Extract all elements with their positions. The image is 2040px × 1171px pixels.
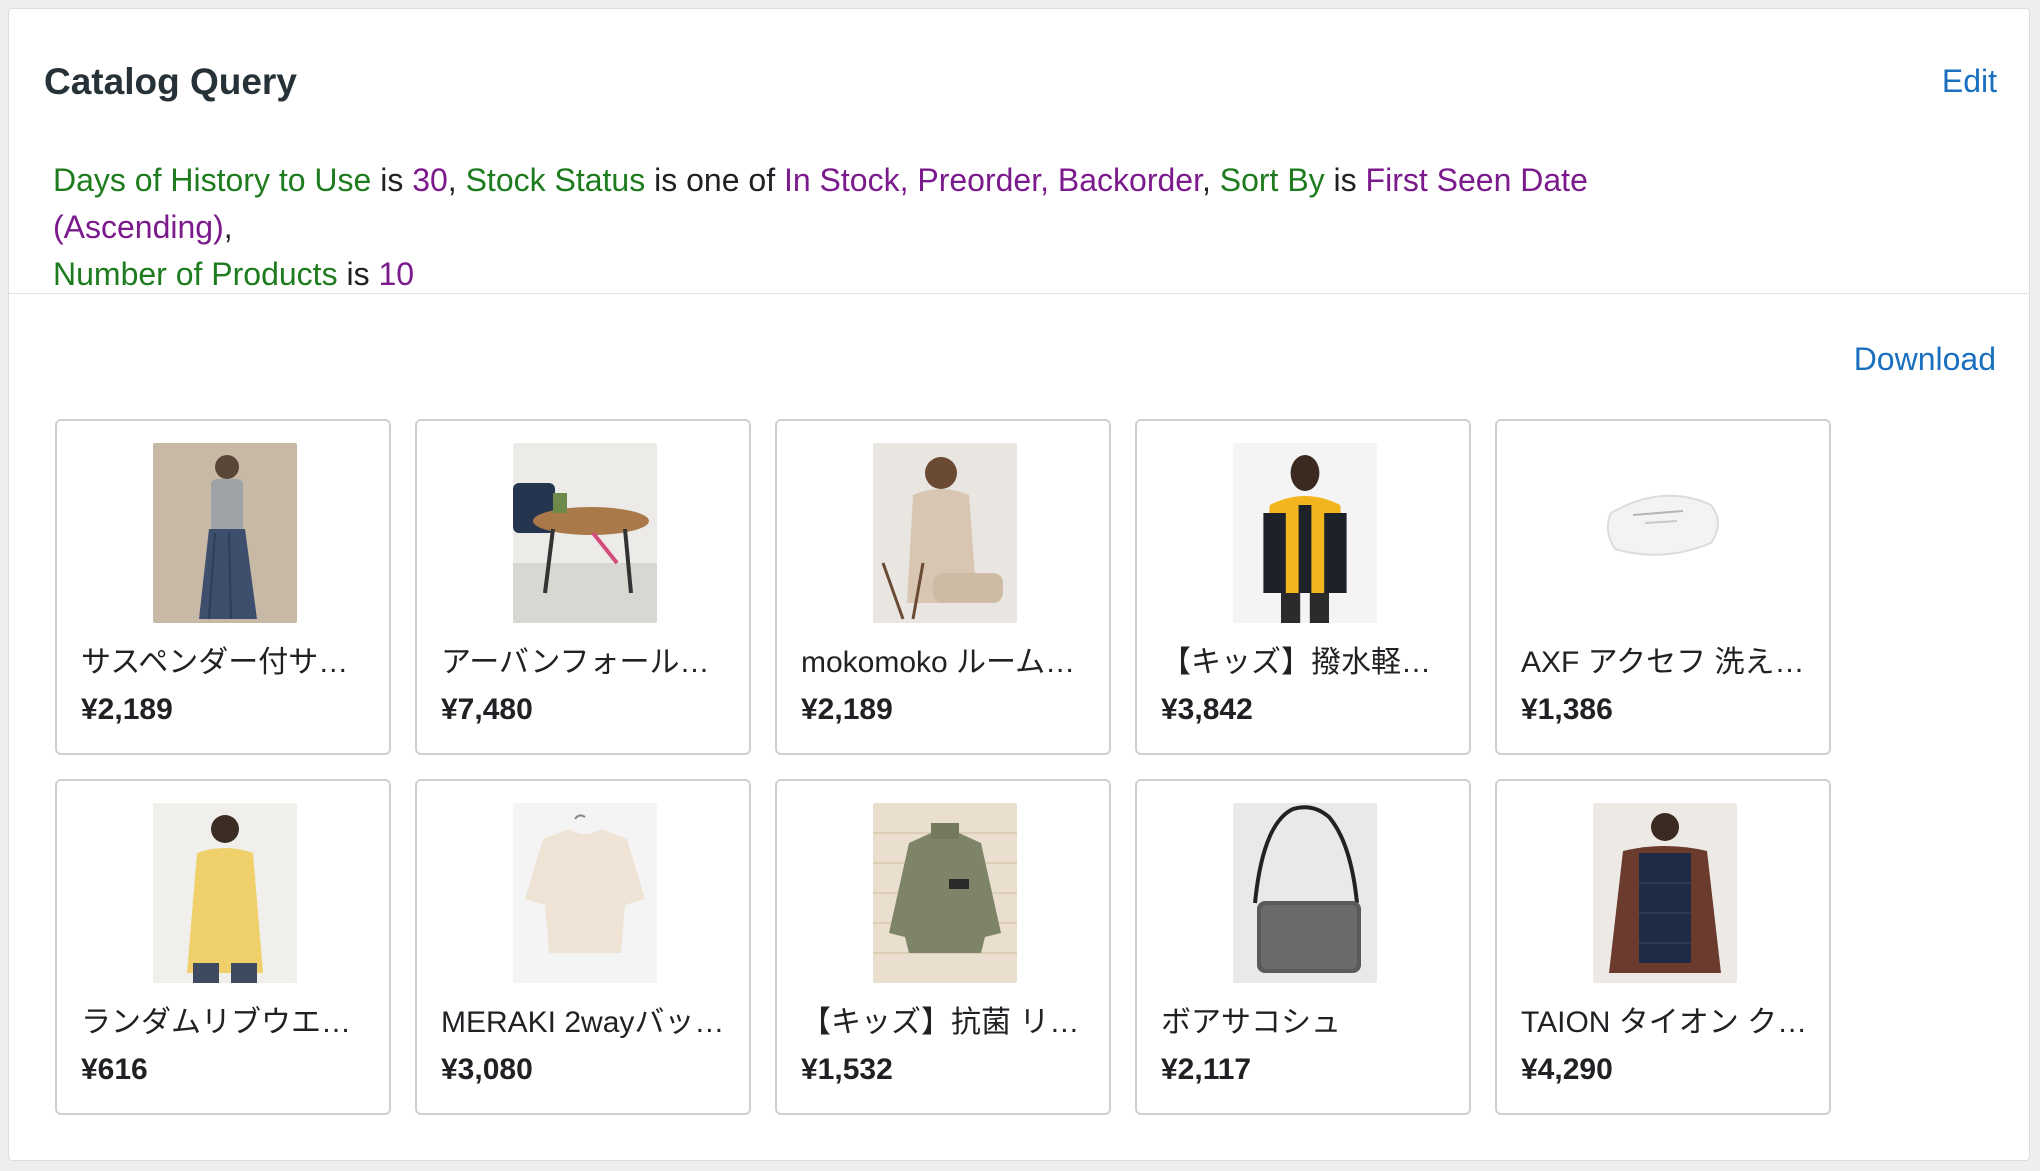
product-price: ¥4,290	[1521, 1053, 1613, 1086]
product-image	[1593, 443, 1737, 623]
product-card[interactable]: アーバンフォール… ¥7,480	[415, 419, 751, 755]
product-card[interactable]: サスペンダー付サ… ¥2,189	[55, 419, 391, 755]
product-grid: サスペンダー付サ… ¥2,189 アーバンフォール… ¥7,480 mokomo…	[55, 419, 1831, 1115]
product-image	[513, 803, 657, 983]
product-price: ¥2,117	[1161, 1053, 1252, 1086]
product-name: mokomoko ルーム…	[801, 646, 1076, 679]
edit-link[interactable]: Edit	[1942, 63, 1997, 100]
product-card[interactable]: 【キッズ】抗菌 リ… ¥1,532	[775, 779, 1111, 1115]
product-name: 【キッズ】撥水軽…	[1161, 646, 1431, 679]
product-image	[1593, 803, 1737, 983]
product-price: ¥3,080	[441, 1053, 533, 1086]
product-name: 【キッズ】抗菌 リ…	[801, 1006, 1080, 1039]
product-price: ¥2,189	[81, 693, 173, 726]
product-card[interactable]: ボアサコシュ ¥2,117	[1135, 779, 1471, 1115]
query-summary: Days of History to Use is 30, Stock Stat…	[53, 162, 1588, 292]
product-image	[1233, 443, 1377, 623]
download-link[interactable]: Download	[1854, 341, 1996, 378]
product-image	[873, 803, 1017, 983]
product-card[interactable]: AXF アクセフ 洗え… ¥1,386	[1495, 419, 1831, 755]
panel-header: Catalog Query Edit Days of History to Us…	[9, 9, 2029, 294]
query-count-op: is	[346, 256, 370, 292]
product-image	[1233, 803, 1377, 983]
product-price: ¥3,842	[1161, 693, 1253, 726]
product-price: ¥616	[81, 1053, 148, 1086]
query-count-value: 10	[378, 256, 415, 292]
query-sort-label: Sort By	[1219, 162, 1325, 198]
product-price: ¥1,386	[1521, 693, 1613, 726]
product-name: TAION タイオン ク…	[1521, 1006, 1808, 1039]
product-name: MERAKI 2wayバッ…	[441, 1006, 725, 1039]
product-name: サスペンダー付サ…	[81, 646, 349, 679]
product-name: ランダムリブウエ…	[81, 1006, 351, 1039]
product-image	[513, 443, 657, 623]
catalog-query-panel: Catalog Query Edit Days of History to Us…	[8, 8, 2030, 1161]
query-days-op: is	[380, 162, 404, 198]
product-image	[873, 443, 1017, 623]
product-card[interactable]: mokomoko ルーム… ¥2,189	[775, 419, 1111, 755]
product-card[interactable]: TAION タイオン ク… ¥4,290	[1495, 779, 1831, 1115]
product-name: AXF アクセフ 洗え…	[1521, 646, 1805, 679]
panel-title: Catalog Query	[44, 61, 297, 102]
query-days-label: Days of History to Use	[53, 162, 372, 198]
product-name: ボアサコシュ	[1161, 1006, 1341, 1039]
query-stock-value: In Stock, Preorder, Backorder	[783, 162, 1202, 198]
query-days-value: 30	[412, 162, 448, 198]
query-sort-op: is	[1333, 162, 1357, 198]
product-image	[153, 803, 297, 983]
product-price: ¥2,189	[801, 693, 893, 726]
product-card[interactable]: MERAKI 2wayバッ… ¥3,080	[415, 779, 751, 1115]
product-image	[153, 443, 297, 623]
query-stock-op: is one of	[654, 162, 776, 198]
product-name: アーバンフォール…	[441, 646, 710, 679]
product-price: ¥1,532	[801, 1053, 893, 1086]
product-card[interactable]: ランダムリブウエ… ¥616	[55, 779, 391, 1115]
query-stock-label: Stock Status	[465, 162, 646, 198]
product-card[interactable]: 【キッズ】撥水軽… ¥3,842	[1135, 419, 1471, 755]
product-price: ¥7,480	[441, 693, 533, 726]
query-count-label: Number of Products	[53, 256, 338, 292]
